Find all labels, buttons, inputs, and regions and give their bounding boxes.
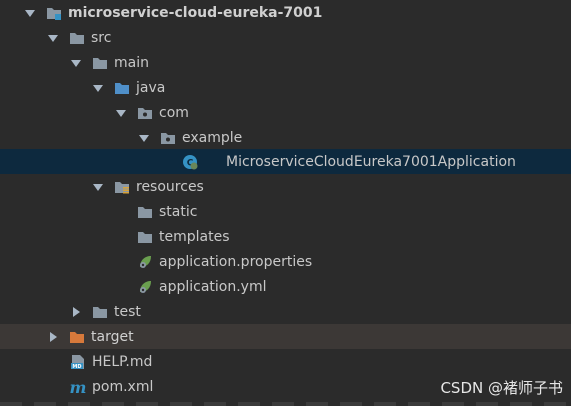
markdown-file-icon: MD <box>70 354 86 370</box>
tree-item-label: main <box>114 54 149 71</box>
tree-item-label: example <box>182 129 243 146</box>
tree-item-label: test <box>114 303 141 320</box>
tree-row-app-class[interactable]: C MicroserviceCloudEureka7001Application <box>0 149 571 174</box>
tree-row-app-properties[interactable]: application.properties <box>0 249 571 274</box>
tree-item-label: com <box>159 104 189 121</box>
tree-row-test[interactable]: test <box>0 299 571 324</box>
tree-item-label: static <box>159 203 198 220</box>
folder-icon <box>137 229 153 245</box>
package-icon <box>160 130 176 146</box>
resources-folder-icon <box>114 179 130 195</box>
tree-item-label: target <box>91 328 134 345</box>
tree-item-label: application.yml <box>159 278 267 295</box>
module-folder-icon <box>46 5 62 21</box>
tree-row-target[interactable]: target <box>0 324 571 349</box>
tree-item-label: microservice-cloud-eureka-7001 <box>68 4 323 21</box>
tree-item-label: resources <box>136 178 204 195</box>
chevron-right-icon[interactable] <box>70 306 82 318</box>
chevron-down-icon[interactable] <box>92 82 104 94</box>
tree-row-java[interactable]: java <box>0 75 571 100</box>
chevron-down-icon[interactable] <box>115 107 127 119</box>
partial-row <box>0 402 571 406</box>
tree-row-app-yml[interactable]: application.yml <box>0 274 571 299</box>
chevron-down-icon[interactable] <box>70 57 82 69</box>
watermark: CSDN @褚师子书 <box>440 379 563 397</box>
folder-icon <box>137 204 153 220</box>
tree-item-label: application.properties <box>159 253 313 270</box>
tree-row-main[interactable]: main <box>0 50 571 75</box>
excluded-folder-icon <box>69 329 85 345</box>
chevron-down-icon[interactable] <box>138 132 150 144</box>
chevron-down-icon[interactable] <box>47 32 59 44</box>
tree-row-src[interactable]: src <box>0 25 571 50</box>
folder-icon <box>69 30 85 46</box>
spring-config-icon <box>137 279 153 295</box>
tree-row-com[interactable]: com <box>0 100 571 125</box>
tree-row-project[interactable]: microservice-cloud-eureka-7001 <box>0 0 571 25</box>
tree-row-templates[interactable]: templates <box>0 224 571 249</box>
spring-boot-class-icon: C <box>182 154 206 170</box>
tree-item-label: templates <box>159 228 230 245</box>
tree-item-label: HELP.md <box>92 353 153 370</box>
folder-icon <box>92 55 108 71</box>
tree-row-static[interactable]: static <box>0 199 571 224</box>
svg-text:MD: MD <box>72 364 81 370</box>
tree-item-label: java <box>136 79 166 96</box>
tree-row-resources[interactable]: resources <box>0 174 571 199</box>
source-folder-icon <box>114 80 130 96</box>
chevron-down-icon[interactable] <box>24 7 36 19</box>
tree-row-help-md[interactable]: MD HELP.md <box>0 349 571 374</box>
tree-item-label: MicroserviceCloudEureka7001Application <box>226 153 516 170</box>
folder-icon <box>92 304 108 320</box>
tree-item-label: pom.xml <box>92 378 154 395</box>
project-tree: microservice-cloud-eureka-7001 src main … <box>0 0 571 406</box>
chevron-right-icon[interactable] <box>47 331 59 343</box>
chevron-down-icon[interactable] <box>92 181 104 193</box>
tree-item-label: src <box>91 29 112 46</box>
tree-row-example[interactable]: example <box>0 125 571 150</box>
maven-file-icon: m <box>70 379 86 395</box>
svg-text:m: m <box>70 379 86 395</box>
package-icon <box>137 105 153 121</box>
spring-config-icon <box>137 254 153 270</box>
